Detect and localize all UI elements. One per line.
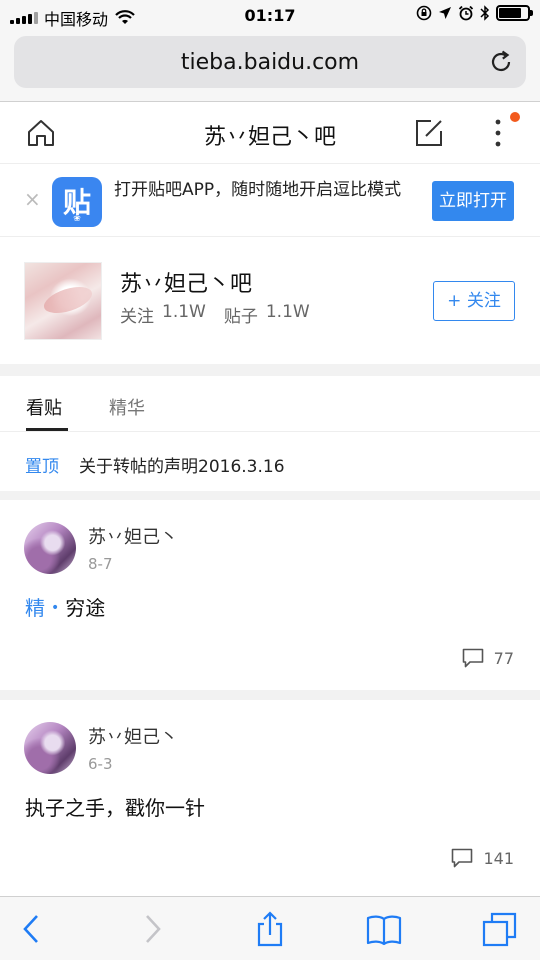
post-title: 执子之手，戳你一针: [25, 796, 205, 820]
pinned-post[interactable]: 置顶 关于转帖的声明2016.3.16: [0, 433, 540, 491]
forward-icon[interactable]: [134, 911, 170, 947]
tieba-logo: 贴 ❀: [52, 177, 102, 227]
post-card[interactable]: 苏丷妲己丶 6-3 执子之手，戳你一针 141: [0, 700, 540, 890]
app-header: 苏丷妲己丶吧: [0, 102, 540, 164]
comment-icon: [452, 848, 473, 868]
post-date: 6-3: [88, 755, 113, 773]
pinned-title: 关于转帖的声明2016.3.16: [79, 457, 285, 477]
post-card[interactable]: 苏丷妲己丶 8-7 精 • 穷途 77: [0, 500, 540, 690]
alarm-icon: [458, 5, 474, 21]
page-title: 苏丷妲己丶吧: [203, 125, 336, 150]
forum-avatar[interactable]: [24, 262, 102, 340]
back-icon[interactable]: [14, 911, 50, 947]
posts-stat-label: 贴子: [223, 307, 258, 327]
reload-icon[interactable]: [488, 49, 514, 75]
address-bar[interactable]: tieba.baidu.com: [14, 36, 526, 88]
avatar[interactable]: [24, 522, 76, 574]
comment-count[interactable]: 77: [462, 648, 514, 668]
section-divider: [0, 491, 540, 500]
orientation-lock-icon: [416, 5, 432, 21]
follow-stat-label: 关注: [120, 307, 154, 327]
follow-stat: 关注 1.1W: [120, 302, 206, 327]
browser-address-area: tieba.baidu.com: [0, 32, 540, 102]
posts-stat: 贴子 1.1W: [224, 302, 310, 327]
active-tab-indicator: [26, 428, 68, 431]
tab-view-posts[interactable]: 看贴: [26, 394, 62, 420]
status-bar: 中国移动 01:17: [0, 0, 540, 32]
post-date: 8-7: [88, 555, 113, 573]
section-divider: [0, 364, 540, 376]
url-text: tieba.baidu.com: [180, 50, 360, 75]
featured-tag: 精: [25, 596, 45, 620]
browser-toolbar: [0, 896, 540, 960]
open-app-button[interactable]: 立即打开: [432, 181, 514, 221]
comment-count-value: 141: [483, 848, 514, 868]
share-icon[interactable]: [252, 911, 288, 947]
bookmarks-icon[interactable]: [366, 911, 402, 947]
avatar[interactable]: [24, 722, 76, 774]
edit-icon[interactable]: [414, 118, 444, 148]
comment-count-value: 77: [493, 648, 514, 668]
tab-bar: 看贴 精华: [0, 376, 540, 432]
battery-fill: [499, 8, 522, 18]
notification-dot: [510, 112, 520, 122]
bluetooth-icon: [480, 5, 490, 21]
comment-icon: [462, 648, 483, 668]
tag-separator: •: [51, 600, 60, 616]
post-title: 精 • 穷途: [25, 592, 105, 621]
forum-info: 苏丷妲己丶吧 关注 1.1W 贴子 1.1W + 关注: [0, 238, 540, 364]
post-author[interactable]: 苏丷妲己丶: [88, 523, 178, 549]
follow-button[interactable]: + 关注: [433, 281, 515, 321]
follow-stat-count: 1.1W: [162, 302, 206, 322]
section-divider: [0, 690, 540, 700]
more-icon[interactable]: [488, 117, 508, 149]
forum-name: 苏丷妲己丶吧: [120, 272, 253, 297]
comment-count[interactable]: 141: [451, 848, 514, 868]
post-author[interactable]: 苏丷妲己丶: [88, 723, 178, 749]
post-title-text: 穷途: [65, 596, 106, 620]
forum-stats: 关注 1.1W 贴子 1.1W: [120, 302, 310, 327]
location-icon: [439, 7, 451, 19]
posts-stat-count: 1.1W: [265, 302, 310, 322]
battery-icon: [496, 5, 533, 21]
status-right: [416, 5, 533, 21]
tab-featured[interactable]: 精华: [109, 394, 145, 420]
close-icon[interactable]: ×: [24, 189, 41, 209]
paw-icon: ❀: [73, 214, 81, 224]
open-app-banner: × 贴 ❀ 打开贴吧APP，随时随地开启逗比模式 立即打开: [0, 165, 540, 237]
banner-message: 打开贴吧APP，随时随地开启逗比模式: [114, 180, 402, 200]
pinned-tag: 置顶: [25, 457, 59, 477]
tabs-icon[interactable]: [482, 911, 518, 947]
